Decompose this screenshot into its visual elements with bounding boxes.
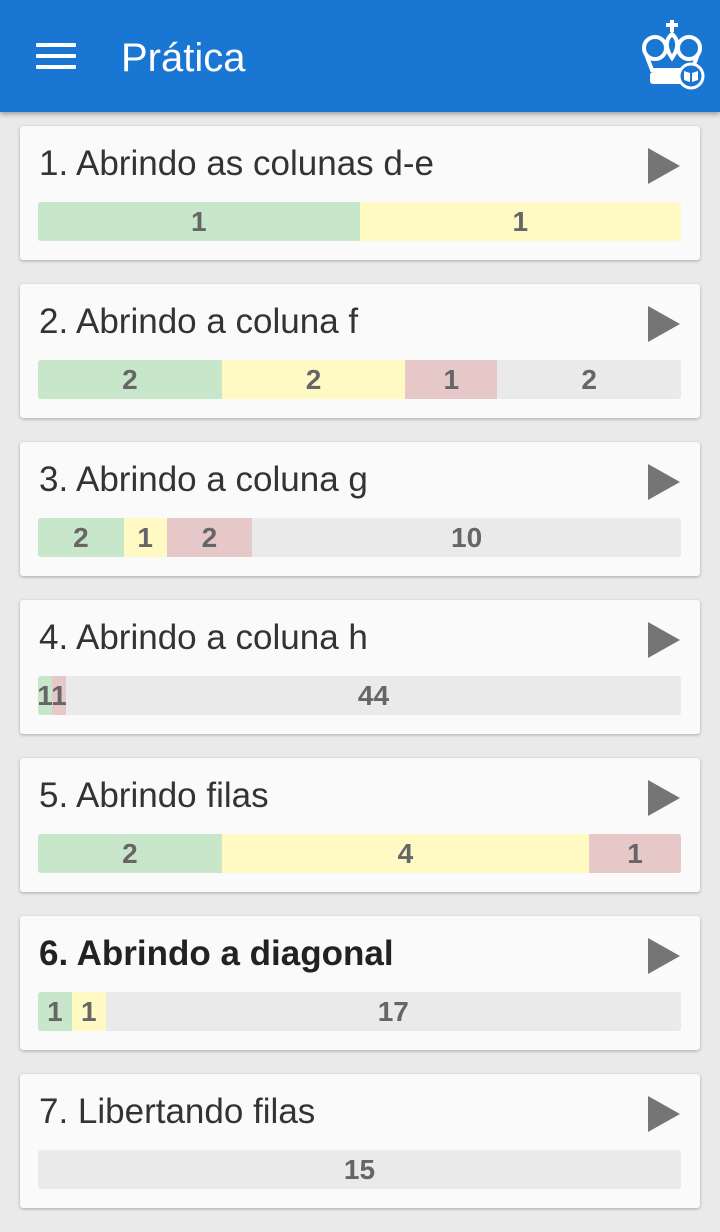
progress-bar: 1 1 44 <box>38 676 681 715</box>
progress-segment-red: 1 <box>589 834 681 873</box>
lesson-title: 2. Abrindo a coluna f <box>39 302 359 341</box>
progress-bar: 2212 <box>38 360 681 399</box>
lesson-title: 5. Abrindo filas <box>39 776 269 815</box>
progress-segment-gray: 17 <box>105 992 681 1031</box>
play-icon[interactable] <box>646 304 682 344</box>
lesson-title: 3. Abrindo a coluna g <box>39 460 368 499</box>
progress-segment-green: 2 <box>38 360 222 399</box>
play-icon[interactable] <box>646 620 682 660</box>
page-title: Prática <box>121 36 246 80</box>
progress-segment-red: 2 <box>166 518 253 557</box>
lesson-title: 7. Libertando filas <box>39 1092 316 1131</box>
play-icon[interactable] <box>646 462 682 502</box>
menu-icon-line <box>36 54 76 58</box>
progress-segment-yellow: 1 <box>71 992 106 1031</box>
menu-icon-line <box>36 65 76 69</box>
play-icon[interactable] <box>646 778 682 818</box>
lesson-card[interactable]: 3. Abrindo a coluna g 2 1 2 10 <box>20 442 700 576</box>
progress-segment-yellow: 2 <box>221 360 406 399</box>
progress-segment-gray: 44 <box>65 676 681 715</box>
progress-segment-green: 1 <box>38 676 53 715</box>
lesson-card[interactable]: 2. Abrindo a coluna f2212 <box>20 284 700 418</box>
lesson-card[interactable]: 5. Abrindo filas 2 4 1 <box>20 758 700 892</box>
lesson-card[interactable]: 7. Libertando filas 15 <box>20 1074 700 1208</box>
progress-segment-red: 1 <box>405 360 498 399</box>
progress-segment-yellow: 1 <box>359 202 681 241</box>
progress-bar: 15 <box>38 1150 681 1189</box>
menu-icon-line <box>36 43 76 47</box>
progress-segment-green: 2 <box>38 834 222 873</box>
progress-bar: 241 <box>38 834 681 873</box>
progress-segment-yellow: 4 <box>221 834 590 873</box>
lesson-list: 1. Abrindo as colunas d-e 1 1 2. Abrindo a … <box>20 126 700 1232</box>
progress-segment-gray: 2 <box>497 360 681 399</box>
app-bar: Prática <box>0 0 720 112</box>
play-icon[interactable] <box>646 936 682 976</box>
progress-segment-green: 2 <box>38 518 124 557</box>
lesson-title: 1. Abrindo as colunas d-e <box>39 144 434 183</box>
progress-segment-green: 1 <box>38 202 360 241</box>
progress-segment-yellow: 1 <box>123 518 167 557</box>
lesson-title: 4. Abrindo a coluna h <box>39 618 368 657</box>
play-icon[interactable] <box>646 146 682 186</box>
progress-bar: 1 1 17 <box>38 992 681 1031</box>
progress-segment-red: 1 <box>51 676 67 715</box>
menu-icon[interactable] <box>24 34 88 78</box>
progress-bar: 2 1 2 10 <box>38 518 681 557</box>
lesson-title: 6. Abrindo a diagonal <box>39 934 394 973</box>
progress-bar: 11 <box>38 202 681 241</box>
lesson-card[interactable]: 1. Abrindo as colunas d-e 1 1 <box>20 126 700 260</box>
progress-segment-gray: 15 <box>38 1150 681 1189</box>
chess-king-book-icon[interactable] <box>636 18 708 90</box>
progress-segment-gray: 10 <box>252 518 681 557</box>
lesson-card[interactable]: 4. Abrindo a coluna h 1 1 44 <box>20 600 700 734</box>
lesson-card[interactable]: 6. Abrindo a diagonal 1 1 17 <box>20 916 700 1050</box>
play-icon[interactable] <box>646 1094 682 1134</box>
progress-segment-green: 1 <box>38 992 72 1031</box>
